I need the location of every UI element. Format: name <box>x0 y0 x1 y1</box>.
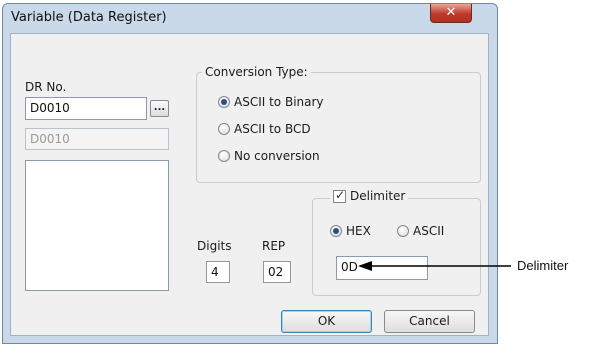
delimiter-annotation-label: Delimiter <box>517 258 569 273</box>
callout-arrow-icon <box>358 261 511 271</box>
